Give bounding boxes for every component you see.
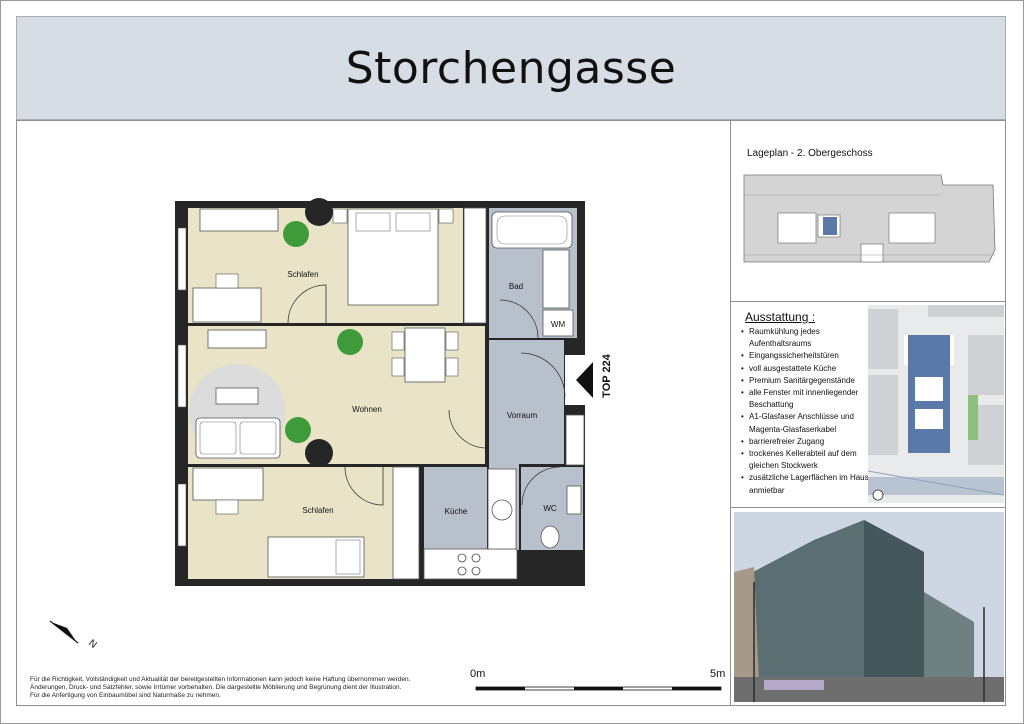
site-plan-title: Lageplan - 2. Obergeschoss xyxy=(747,148,873,159)
feature-item: barrierefreier Zugang xyxy=(741,436,869,448)
dining-chair-4 xyxy=(445,357,459,377)
desk-chair-top xyxy=(215,273,239,289)
wc-basin xyxy=(566,485,582,515)
kitchen-counter xyxy=(423,548,518,580)
vorraum-cabinet xyxy=(565,414,585,466)
label-bad: Bad xyxy=(509,282,523,291)
window-3 xyxy=(177,483,187,547)
desk-top xyxy=(192,287,262,323)
feature-item: Premium Sanitärgegenstände xyxy=(741,375,869,387)
label-schlafen-top: Schlafen xyxy=(287,270,318,279)
feature-item: zusätzliche Lagerflächen im Haus anmietb… xyxy=(741,472,869,496)
wardrobe-top xyxy=(463,207,487,324)
disclaimer: Für die Richtigkeit, Vollständigkeit und… xyxy=(30,676,470,701)
label-wohnen: Wohnen xyxy=(352,405,382,414)
washbasin-bad xyxy=(542,249,570,309)
features-panel: Ausstattung : Raumkühlung jedes Aufentha… xyxy=(731,302,1006,508)
bed-bottom-pillow xyxy=(335,539,361,575)
feature-item: Eingangssicherheitstüren xyxy=(741,350,869,362)
dining-chair-3 xyxy=(445,331,459,351)
dresser-top xyxy=(199,208,279,232)
feature-item: voll ausgestattete Küche xyxy=(741,363,869,375)
sofa-cushion-1 xyxy=(199,421,237,455)
wardrobe-bottom xyxy=(392,466,420,580)
nightstand-2 xyxy=(438,208,454,224)
nightstand-1 xyxy=(332,208,348,224)
north-label: N xyxy=(86,638,98,651)
tv-sideboard xyxy=(207,329,267,349)
disclaimer-line-2: Änderungen, Druck- und Satzfehler, sowie… xyxy=(30,684,402,692)
room-vorraum xyxy=(489,340,564,464)
coffee-table xyxy=(215,387,259,405)
scale-bar xyxy=(475,686,722,691)
dining-table xyxy=(404,327,446,383)
site-plan-panel: Lageplan - 2. Obergeschoss xyxy=(731,120,1006,302)
desk-bottom xyxy=(192,467,264,501)
column-1 xyxy=(305,198,333,226)
toilet xyxy=(540,525,560,549)
photo-panel xyxy=(731,508,1006,706)
floor-plan: Schlafen Wohnen Schlafen Bad WM Vorraum … xyxy=(49,198,722,691)
scale-start-label: 0m xyxy=(470,668,486,680)
feature-item: trockenes Kellerabteil auf dem gleichen … xyxy=(741,448,869,472)
plant-2 xyxy=(337,329,363,355)
label-wm: WM xyxy=(551,320,566,329)
dining-chair-1 xyxy=(391,331,405,351)
window-1 xyxy=(177,227,187,291)
feature-item: alle Fenster mit innenliegender Beschatt… xyxy=(741,387,869,411)
feature-item: Raumkühlung jedes Aufenthaltsraums xyxy=(741,326,869,350)
scale-end-label: 5m xyxy=(710,668,726,680)
label-vorraum: Vorraum xyxy=(507,411,538,420)
plant-3 xyxy=(285,417,311,443)
map-compass-icon xyxy=(872,489,884,501)
highlighted-unit xyxy=(823,217,837,235)
column-2 xyxy=(305,439,333,467)
window-2 xyxy=(177,344,187,408)
location-map xyxy=(868,305,1004,503)
plant-1 xyxy=(283,221,309,247)
label-schlafen-bottom: Schlafen xyxy=(302,506,333,515)
features-list: Raumkühlung jedes Aufenthaltsraums Einga… xyxy=(741,326,869,497)
disclaimer-line-1: Für die Richtigkeit, Vollständigkeit und… xyxy=(30,676,411,683)
north-arrow-icon xyxy=(49,620,79,644)
sofa-cushion-2 xyxy=(239,421,277,455)
features-title: Ausstattung : xyxy=(745,310,816,324)
site-plan-diagram xyxy=(743,174,996,263)
desk-chair-bottom xyxy=(215,499,239,515)
dining-chair-2 xyxy=(391,357,405,377)
label-kueche: Küche xyxy=(445,507,468,516)
unit-label: TOP 224 xyxy=(601,353,613,398)
pillow-2 xyxy=(395,212,431,232)
bathtub xyxy=(491,211,573,249)
pillow-1 xyxy=(355,212,391,232)
building-photo xyxy=(734,512,1004,702)
disclaimer-line-3: Für die Anfertigung von Einbaumöbel sind… xyxy=(30,692,221,700)
feature-item: A1-Glasfaser Anschlüsse und Magenta-Glas… xyxy=(741,411,869,435)
label-wc: WC xyxy=(543,504,557,513)
